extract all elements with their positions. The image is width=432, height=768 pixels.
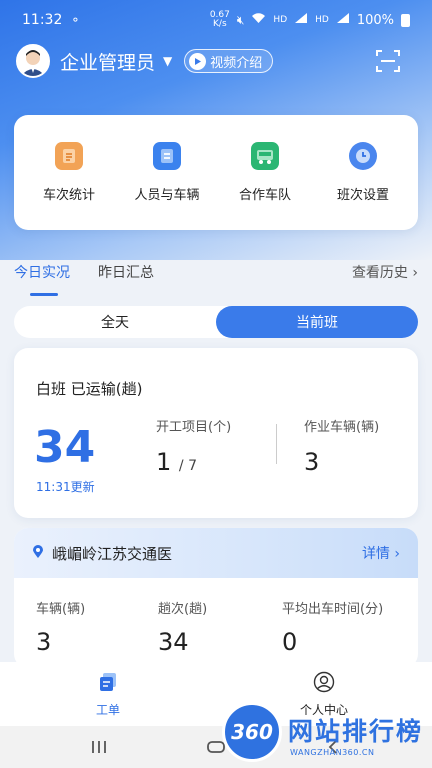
tab-active-indicator: [30, 293, 58, 296]
segment-current-shift[interactable]: 当前班: [216, 306, 418, 338]
profile-icon: [313, 671, 335, 697]
vehicles-label: 作业车辆(辆): [304, 420, 380, 435]
nav-work-label: 工单: [95, 702, 120, 717]
video-intro-label: 视频介绍: [210, 55, 263, 71]
wifi-icon: [251, 12, 266, 28]
site-detail-link[interactable]: 详情 ›: [362, 543, 400, 563]
shift-segment-control: 全天 当前班: [14, 306, 418, 338]
divider: [276, 424, 277, 464]
site-vehicles-label: 车辆(辆): [36, 602, 86, 617]
site-trips-label: 趟次(趟): [158, 602, 208, 617]
watermark-badge: 360: [222, 702, 282, 762]
net-speed: 0.67 K/s: [209, 10, 230, 29]
chevron-down-icon[interactable]: ▼: [163, 54, 172, 68]
play-icon: [189, 52, 207, 70]
quick-item-personnel-vehicles[interactable]: 人员与车辆: [122, 142, 212, 203]
user-avatar-icon: [21, 50, 45, 76]
projects-label: 开工项目(个): [156, 420, 232, 435]
mute-icon: 🔇︎: [236, 12, 245, 27]
tabs-bar: 今日实况 昨日汇总 查看历史 ›: [14, 262, 418, 296]
quick-item-shift-settings[interactable]: 班次设置: [318, 142, 408, 203]
shift-title: 白班 已运输(趟): [36, 380, 143, 398]
site-vehicles-value: 3: [36, 628, 52, 656]
site-name: 峨嵋岭江苏交通医: [52, 544, 173, 563]
signal-icon-2: [336, 12, 350, 28]
quick-item-trip-stats[interactable]: 车次统计: [24, 142, 114, 203]
app-header: 企业管理员 ▼ 视频介绍: [16, 43, 416, 79]
hd-label: HD: [273, 14, 288, 25]
nav-work-orders[interactable]: 工单: [0, 662, 216, 726]
role-title[interactable]: 企业管理员: [60, 48, 155, 75]
personnel-vehicle-icon: [153, 142, 181, 170]
clock-icon: [349, 142, 377, 170]
shift-summary-card: 白班 已运输(趟) 34 11:31更新 开工项目(个) 1 / 7 作业车辆(…: [14, 348, 418, 518]
watermark-url: WANGZHAN360.CN: [290, 748, 375, 757]
tab-today[interactable]: 今日实况: [14, 262, 70, 282]
site-card-header: 峨嵋岭江苏交通医 详情 ›: [14, 528, 418, 578]
view-history-link[interactable]: 查看历史 ›: [352, 262, 418, 282]
video-intro-button[interactable]: 视频介绍: [184, 49, 274, 73]
stats-doc-icon: [55, 142, 83, 170]
location-pin-icon: [32, 544, 44, 563]
updated-time: 11:31更新: [36, 480, 95, 494]
status-time: 11:32: [22, 12, 63, 28]
projects-value: 1: [156, 448, 172, 476]
scan-icon[interactable]: [374, 47, 402, 75]
signal-icon-1: [294, 12, 308, 28]
quick-item-label: 车次统计: [42, 188, 95, 203]
tab-yesterday[interactable]: 昨日汇总: [98, 262, 154, 282]
site-avg-time-value: 0: [282, 628, 298, 656]
status-bar: 11:32 ⚬ 0.67 K/s 🔇︎ HD HD 100%: [0, 0, 432, 40]
quick-item-partner-fleet[interactable]: 合作车队: [220, 142, 310, 203]
notification-icon: ⚬: [70, 13, 81, 27]
watermark-text: 网站排行榜: [288, 717, 424, 746]
segment-all-day[interactable]: 全天: [14, 306, 216, 338]
battery-icon: [401, 13, 410, 27]
truck-icon: [251, 142, 279, 170]
site-card[interactable]: 峨嵋岭江苏交通医 详情 › 车辆(辆) 3 趟次(趟) 34 平均出车时间(分)…: [14, 528, 418, 668]
vehicles-value: 3: [304, 448, 320, 476]
quick-menu-card: 车次统计 人员与车辆 合作车队 班次设置: [14, 115, 418, 230]
quick-item-label: 班次设置: [336, 188, 389, 203]
site-trips-value: 34: [158, 628, 189, 656]
avatar[interactable]: [16, 44, 50, 78]
hd-label-2: HD: [315, 14, 329, 25]
projects-value-group: 1 / 7: [156, 448, 197, 476]
site-avg-time-label: 平均出车时间(分): [282, 602, 384, 617]
quick-item-label: 人员与车辆: [134, 188, 200, 203]
projects-total: / 7: [178, 458, 197, 474]
battery-percent: 100%: [356, 12, 394, 28]
recent-apps-icon[interactable]: [79, 732, 119, 762]
quick-item-label: 合作车队: [238, 188, 291, 203]
trips-count: 34: [34, 422, 96, 473]
work-order-icon: [97, 671, 119, 697]
